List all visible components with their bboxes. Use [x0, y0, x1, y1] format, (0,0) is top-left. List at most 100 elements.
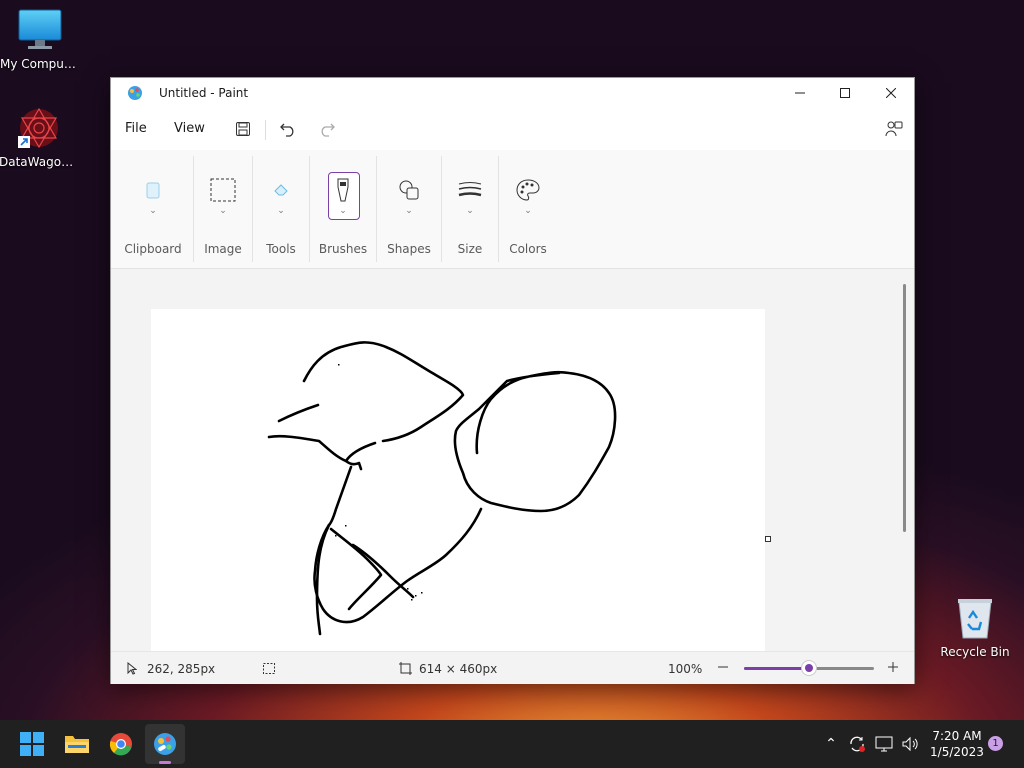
desktop-icon-my-computer[interactable]: My Computer [0, 8, 80, 71]
share-icon [885, 121, 903, 137]
drawing-canvas[interactable] [151, 309, 765, 651]
ribbon-separator [309, 156, 310, 262]
zoom-slider-fill [744, 667, 809, 670]
ribbon-separator [441, 156, 442, 262]
undo-button[interactable] [276, 118, 300, 140]
minus-icon [718, 666, 728, 668]
taskbar: ⌃ 7:20 AM 1/5/2023 1 [0, 720, 1024, 768]
clock[interactable]: 7:20 AM 1/5/2023 [926, 728, 988, 760]
share-button[interactable] [882, 118, 906, 140]
status-bar: 262, 285px 614 × 460px 100% [111, 651, 914, 684]
desktop-icon-recycle-bin[interactable]: Recycle Bin [935, 596, 1015, 659]
taskbar-file-explorer[interactable] [57, 724, 97, 764]
ribbon-group-brushes[interactable]: ⌄ Brushes [311, 150, 375, 268]
ribbon: ⌄ Clipboard ⌄ Image ⌄ Tools ⌄ Brushes ⌄ … [111, 150, 914, 269]
zoom-out-button[interactable] [716, 660, 730, 674]
selection-size-icon [263, 663, 275, 674]
ribbon-group-label: Shapes [387, 242, 431, 256]
network-icon[interactable] [875, 736, 893, 752]
chevron-down-icon: ⌄ [524, 206, 532, 216]
ribbon-group-label: Clipboard [124, 242, 182, 256]
chevron-down-icon: ⌄ [277, 206, 285, 216]
pointer-icon [127, 662, 137, 675]
canvas-drawing [267, 341, 617, 636]
ribbon-group-label: Tools [266, 242, 296, 256]
minimize-icon [795, 92, 805, 94]
volume-icon[interactable] [901, 736, 919, 752]
close-button[interactable] [868, 78, 914, 108]
ribbon-group-label: Image [204, 242, 242, 256]
ribbon-group-image[interactable]: ⌄ Image [195, 150, 251, 268]
ribbon-group-clipboard[interactable]: ⌄ Clipboard [119, 150, 187, 268]
window-title: Untitled - Paint [159, 86, 249, 100]
stroke-size-icon [456, 176, 484, 204]
ribbon-group-size[interactable]: ⌄ Size [443, 150, 497, 268]
menu-file[interactable]: File [125, 121, 147, 136]
ribbon-separator [252, 156, 253, 262]
ribbon-group-shapes[interactable]: ⌄ Shapes [378, 150, 440, 268]
chevron-up-icon[interactable]: ⌃ [822, 736, 840, 752]
zoom-slider-thumb-dot [805, 664, 813, 672]
ribbon-separator [498, 156, 499, 262]
ribbon-separator [376, 156, 377, 262]
ribbon-group-label: Size [457, 242, 483, 256]
clipboard-icon [139, 176, 167, 204]
desktop-icon-datawagon[interactable]: DataWagon... [0, 106, 79, 169]
taskbar-paint[interactable] [145, 724, 185, 764]
eraser-icon [267, 176, 295, 204]
canvas-size-icon [399, 662, 412, 675]
close-icon [886, 88, 896, 98]
menu-separator [265, 120, 266, 140]
canvas-resize-handle[interactable] [765, 536, 771, 542]
title-bar[interactable]: Untitled - Paint [111, 78, 914, 108]
shapes-icon [395, 176, 423, 204]
system-tray: ⌃ [822, 720, 919, 768]
clock-time: 7:20 AM [932, 729, 982, 743]
desktop-icon-label: DataWagon... [0, 155, 79, 169]
sync-icon[interactable] [848, 735, 866, 753]
vertical-scrollbar[interactable] [903, 284, 906, 532]
ribbon-separator [193, 156, 194, 262]
zoom-level[interactable]: 100% [668, 662, 702, 676]
monitor-icon [18, 9, 62, 49]
save-button[interactable] [231, 118, 255, 140]
chevron-down-icon: ⌄ [466, 206, 474, 216]
taskbar-chrome[interactable] [101, 724, 141, 764]
ribbon-group-colors[interactable]: ⌄ Colors [500, 150, 556, 268]
desktop-icon-label: Recycle Bin [940, 645, 1010, 659]
chevron-down-icon: ⌄ [405, 206, 413, 216]
paint-app-icon [128, 86, 142, 100]
menu-bar: File View [111, 108, 914, 150]
notification-badge[interactable]: 1 [988, 736, 1003, 751]
chevron-down-icon: ⌄ [219, 206, 227, 216]
chevron-down-icon: ⌄ [339, 206, 347, 216]
save-icon [236, 122, 250, 136]
minimize-button[interactable] [777, 78, 823, 108]
notification-count: 1 [992, 738, 999, 749]
chevron-down-icon: ⌄ [149, 206, 157, 216]
ribbon-group-tools[interactable]: ⌄ Tools [254, 150, 308, 268]
folder-icon [65, 736, 89, 753]
canvas-workspace[interactable] [111, 269, 905, 651]
plus-icon [888, 662, 898, 672]
redo-button[interactable] [315, 118, 339, 140]
clock-date: 1/5/2023 [930, 745, 984, 759]
start-button[interactable] [12, 724, 52, 764]
zoom-in-button[interactable] [886, 660, 900, 674]
redo-icon [321, 123, 335, 137]
chrome-icon [109, 733, 132, 756]
desktop-icon-label: My Computer [0, 57, 80, 71]
windows-logo-icon [20, 732, 44, 756]
zoom-slider[interactable] [744, 660, 874, 676]
active-app-indicator [159, 761, 171, 764]
recycle-bin-icon [958, 599, 992, 639]
palette-icon [514, 176, 542, 204]
select-icon [209, 176, 237, 204]
maximize-button[interactable] [822, 78, 868, 108]
ribbon-group-label: Colors [509, 242, 547, 256]
datawagon-shortcut-icon [18, 107, 58, 149]
brush-icon [329, 176, 357, 204]
zoom-slider-thumb[interactable] [802, 661, 816, 675]
menu-view[interactable]: View [174, 121, 205, 136]
undo-icon [280, 123, 294, 137]
